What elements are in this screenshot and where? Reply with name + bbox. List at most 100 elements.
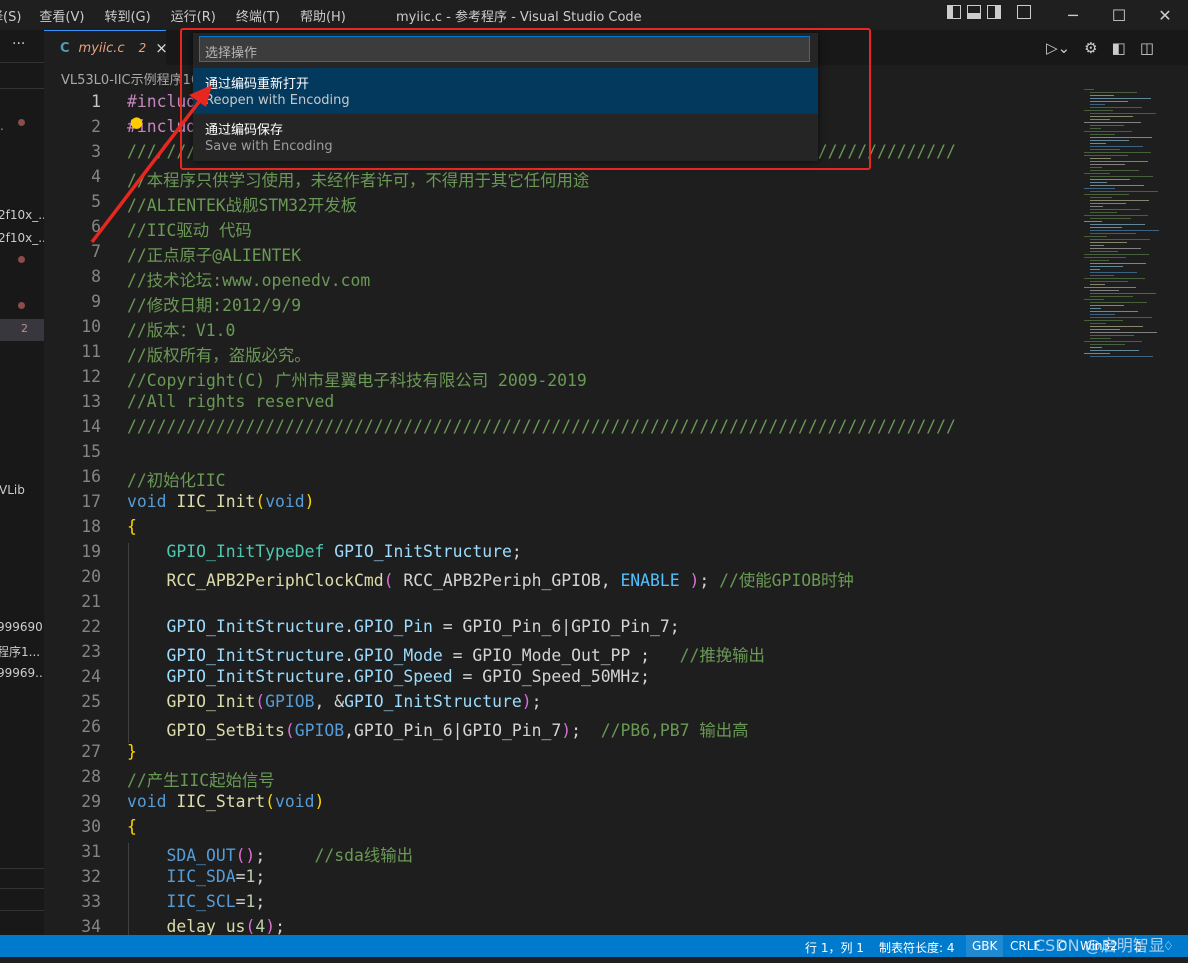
- sidebar-divider: [0, 62, 44, 63]
- code-line[interactable]: 32 IIC_SDA=1;: [44, 864, 1080, 889]
- toggle-primary-sidebar-icon[interactable]: [947, 5, 961, 19]
- line-number: 27: [81, 742, 101, 761]
- code-line[interactable]: 17 void IIC_Init(void): [44, 489, 1080, 514]
- minimap-line: [1090, 113, 1156, 114]
- explorer-item[interactable]: 999690: [0, 620, 43, 634]
- minimize-icon[interactable]: ─: [1050, 0, 1096, 30]
- toggle-panel-icon[interactable]: [967, 5, 981, 19]
- code-line[interactable]: 28 //产生IIC起始信号: [44, 764, 1080, 790]
- toggle-secondary-sidebar-icon[interactable]: [987, 5, 1001, 19]
- code-line[interactable]: 25 GPIO_Init(GPIOB, &GPIO_InitStructure)…: [44, 689, 1080, 714]
- code-text: IIC_SCL=1;: [127, 892, 265, 911]
- code-text: {: [127, 817, 137, 836]
- code-text: GPIO_SetBits(GPIOB,GPIO_Pin_6|GPIO_Pin_7…: [127, 717, 748, 741]
- code-line[interactable]: 34 delay_us(4);: [44, 914, 1080, 935]
- explorer-item[interactable]: 程序1...: [0, 643, 40, 660]
- line-number: 2: [91, 117, 101, 136]
- menu-run[interactable]: 运行(R): [161, 6, 226, 25]
- explorer-item-selected[interactable]: 2: [0, 319, 44, 341]
- menu-view[interactable]: 查看(V): [29, 6, 94, 25]
- line-number: 32: [81, 867, 101, 886]
- code-token: IIC_Start: [176, 792, 266, 811]
- code-line[interactable]: 21: [44, 589, 1080, 614]
- code-editor[interactable]: 1#include2#include3/////////////////////…: [44, 89, 1080, 935]
- vertical-scrollbar[interactable]: [1174, 89, 1188, 935]
- code-line[interactable]: 27}: [44, 739, 1080, 764]
- breadcrumb-folder[interactable]: VL53L0-IIC示例程序16: [61, 69, 199, 88]
- code-token: GPIO_SetBits: [166, 721, 285, 740]
- minimap[interactable]: [1080, 89, 1174, 369]
- code-line[interactable]: 6 //IIC驱动 代码: [44, 214, 1080, 240]
- minimap-line: [1084, 155, 1128, 156]
- code-line[interactable]: 7 //正点原子@ALIENTEK: [44, 239, 1080, 265]
- code-line[interactable]: 16 //初始化IIC: [44, 464, 1080, 490]
- quick-pick-input[interactable]: 选择操作: [199, 36, 810, 62]
- code-token: 1: [245, 892, 256, 911]
- code-token: .: [344, 667, 354, 686]
- menu-go[interactable]: 转到(G): [94, 6, 160, 25]
- quick-pick-item-save-encoding[interactable]: 通过编码保存 Save with Encoding: [193, 114, 818, 160]
- indentation-setting[interactable]: 制表符长度: 4: [879, 939, 955, 956]
- close-icon[interactable]: ✕: [1142, 0, 1188, 30]
- code-line[interactable]: 13 //All rights reserved: [44, 389, 1080, 414]
- line-number: 8: [91, 267, 101, 286]
- code-text: GPIO_InitStructure.GPIO_Speed = GPIO_Spe…: [127, 667, 650, 686]
- minimap-line: [1084, 131, 1132, 132]
- code-line[interactable]: 9 //修改日期:2012/9/9: [44, 289, 1080, 315]
- minimap-line: [1090, 347, 1102, 348]
- line-number: 24: [81, 667, 101, 686]
- minimap-line: [1084, 173, 1110, 174]
- code-line[interactable]: 20 RCC_APB2PeriphClockCmd( RCC_APB2Perip…: [44, 564, 1080, 590]
- minimap-line: [1090, 116, 1133, 117]
- split-editor-icon[interactable]: ◫: [1140, 39, 1154, 57]
- code-line[interactable]: 23 GPIO_InitStructure.GPIO_Mode = GPIO_M…: [44, 639, 1080, 666]
- lightbulb-icon[interactable]: ●: [130, 113, 143, 131]
- code-line[interactable]: 31 SDA_OUT(); //sda线输出: [44, 839, 1080, 865]
- maximize-icon[interactable]: ☐: [1096, 0, 1142, 30]
- code-line[interactable]: 18 {: [44, 514, 1080, 539]
- code-line[interactable]: 5 //ALIENTEK战舰STM32开发板: [44, 189, 1080, 215]
- cursor-position[interactable]: 行 1，列 1: [805, 939, 864, 956]
- code-line[interactable]: 10 //版本：V1.0: [44, 314, 1080, 340]
- code-line[interactable]: 33 IIC_SCL=1;: [44, 889, 1080, 914]
- explorer-item[interactable]: 2f10x_...: [0, 231, 44, 245]
- code-text: GPIO_InitStructure.GPIO_Mode = GPIO_Mode…: [127, 642, 764, 666]
- code-token: GPIO_InitStructure: [166, 667, 345, 686]
- explorer-item[interactable]: 2f10x_...: [0, 208, 44, 222]
- minimap-line: [1090, 305, 1124, 306]
- explorer-item[interactable]: VLib: [0, 483, 25, 497]
- minimap-line: [1090, 137, 1152, 138]
- quick-pick-item-reopen-encoding[interactable]: 通过编码重新打开 Reopen with Encoding: [193, 68, 818, 114]
- code-line[interactable]: 22 GPIO_InitStructure.GPIO_Pin = GPIO_Pi…: [44, 614, 1080, 639]
- customize-layout-icon[interactable]: [1017, 5, 1031, 19]
- explorer-item[interactable]: 99969...: [0, 666, 44, 680]
- code-line[interactable]: 15: [44, 439, 1080, 464]
- code-line[interactable]: 24 GPIO_InitStructure.GPIO_Speed = GPIO_…: [44, 664, 1080, 689]
- code-line[interactable]: 12 //Copyright(C) 广州市星翼电子科技有限公司 2009-2019: [44, 364, 1080, 390]
- code-text: //All rights reserved: [127, 392, 334, 411]
- code-line[interactable]: 4 //本程序只供学习使用，未经作者许可，不得用于其它任何用途: [44, 164, 1080, 190]
- code-line[interactable]: 11 //版权所有，盗版必究。: [44, 339, 1080, 365]
- tab-myiic[interactable]: C myiic.c 2 ×: [44, 30, 168, 65]
- minimap-line: [1090, 350, 1139, 351]
- more-actions-icon[interactable]: ···: [12, 36, 25, 52]
- code-line[interactable]: 8 //技术论坛:www.openedv.com: [44, 264, 1080, 290]
- open-preview-icon[interactable]: ◧: [1112, 39, 1126, 57]
- menu-selection[interactable]: 择(S): [0, 6, 29, 25]
- menu-terminal[interactable]: 终端(T): [226, 6, 290, 25]
- settings-gear-icon[interactable]: ⚙: [1084, 39, 1097, 57]
- minimap-line: [1090, 290, 1119, 291]
- menu-help[interactable]: 帮助(H): [290, 6, 356, 25]
- code-line[interactable]: 29 void IIC_Start(void): [44, 789, 1080, 814]
- code-line[interactable]: 19 GPIO_InitTypeDef GPIO_InitStructure;: [44, 539, 1080, 564]
- line-number: 31: [81, 842, 101, 861]
- encoding-selector[interactable]: GBK: [966, 935, 1004, 957]
- code-line[interactable]: 26 GPIO_SetBits(GPIOB,GPIO_Pin_6|GPIO_Pi…: [44, 714, 1080, 741]
- code-token: RCC_APB2PeriphClockCmd: [166, 571, 384, 590]
- code-line[interactable]: 14 //////////////////////////////////////…: [44, 414, 1080, 439]
- tab-close-icon[interactable]: ×: [155, 39, 168, 57]
- run-debug-icon[interactable]: ▷⌄: [1046, 39, 1070, 57]
- line-number: 9: [91, 292, 101, 311]
- code-line[interactable]: 30 {: [44, 814, 1080, 839]
